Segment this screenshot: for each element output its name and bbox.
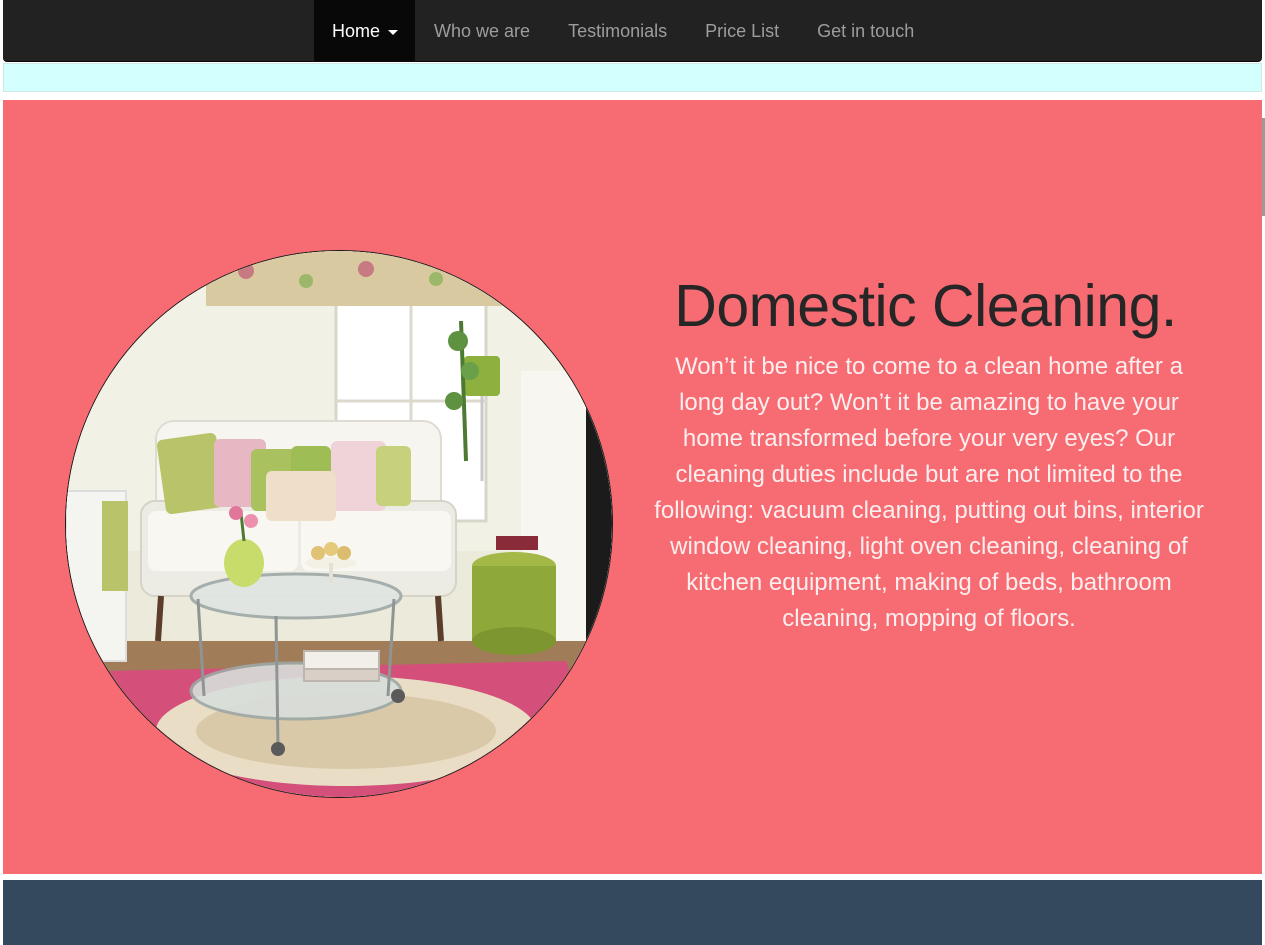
nav-item-who-we-are[interactable]: Who we are xyxy=(415,0,549,62)
next-section-band xyxy=(3,880,1262,945)
hero-description: Won’t it be nice to come to a clean home… xyxy=(654,353,1204,632)
nav-item-price-list[interactable]: Price List xyxy=(686,0,798,62)
top-navbar: Home Who we are Testimonials Price List … xyxy=(3,0,1262,62)
nav-item-get-in-touch[interactable]: Get in touch xyxy=(798,0,933,62)
living-room-image xyxy=(65,250,613,798)
hero-section: Domestic Cleaning. Won’t it be nice to c… xyxy=(3,100,1262,874)
living-room-illustration xyxy=(66,251,612,797)
nav-item-home[interactable]: Home xyxy=(314,0,416,62)
spacer-band xyxy=(3,63,1262,92)
hero-title: Domestic Cleaning. xyxy=(674,273,1177,339)
nav-item-testimonials[interactable]: Testimonials xyxy=(549,0,686,62)
nav-item-testimonials-label: Testimonials xyxy=(568,20,668,41)
caret-down-icon xyxy=(388,29,399,35)
nav-item-who-we-are-label: Who we are xyxy=(434,20,531,41)
nav-menu: Home Who we are Testimonials Price List … xyxy=(314,0,933,62)
nav-item-get-in-touch-label: Get in touch xyxy=(817,20,915,41)
nav-item-price-list-label: Price List xyxy=(705,20,780,41)
nav-item-home-label: Home xyxy=(332,20,381,41)
